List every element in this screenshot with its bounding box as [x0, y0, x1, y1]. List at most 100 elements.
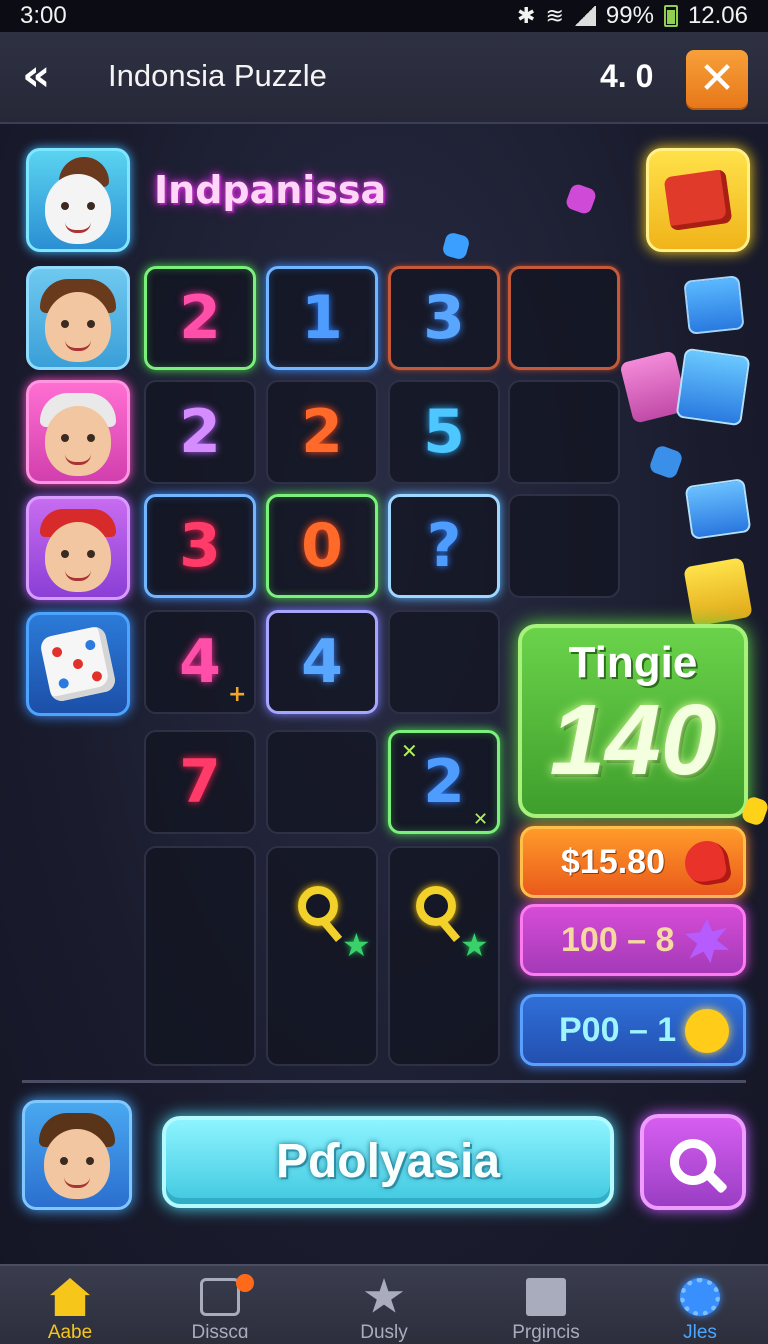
nav-item-daily[interactable]: Dusly — [324, 1266, 444, 1344]
grid-cell[interactable]: 5 — [388, 380, 500, 484]
grid-cell[interactable]: 2 — [144, 266, 256, 370]
cell-value: 3 — [423, 283, 465, 353]
sparkle-icon: ✕ — [401, 739, 418, 763]
cell-value: ? — [426, 511, 462, 581]
avatar-player-grandma[interactable] — [26, 380, 130, 484]
plus-sparkle-icon: + — [228, 682, 247, 707]
avatar-player-boy[interactable] — [26, 266, 130, 370]
header-score: 4. 0 — [600, 58, 654, 94]
grid-cell[interactable]: 2 ✕ ✕ — [388, 730, 500, 834]
nav-label: Prgincis — [512, 1322, 580, 1343]
grid-cell[interactable]: 4 + — [144, 610, 256, 714]
battery-percent: 99% — [605, 2, 654, 29]
grid-cell[interactable]: ? — [388, 494, 500, 598]
stat-level[interactable]: P00 – 1 — [520, 994, 746, 1066]
dice-icon — [38, 624, 118, 704]
back-button[interactable]: « — [22, 54, 62, 102]
cell-value: 2 — [179, 397, 221, 467]
grid-cell[interactable]: 2 — [144, 380, 256, 484]
grid-cell[interactable]: 3 — [388, 266, 500, 370]
cell-value: 1 — [301, 283, 343, 353]
avatar-player-mime[interactable] — [26, 148, 130, 252]
home-icon — [50, 1278, 90, 1316]
grid-cell[interactable] — [266, 730, 378, 834]
cell-value: 4 — [301, 627, 343, 697]
page-title: Indonsia Puzzle — [108, 58, 327, 93]
nav-label: Dusly — [360, 1322, 408, 1343]
dice-icon — [683, 275, 745, 335]
avatar-face — [45, 292, 111, 362]
key-stem — [321, 920, 343, 942]
dice-icon — [675, 347, 751, 427]
stat-bonus[interactable]: 100 – 8 — [520, 904, 746, 976]
nav-item-progress[interactable]: Prgincis — [486, 1266, 606, 1344]
star-icon: ★ — [342, 926, 371, 964]
search-button[interactable] — [640, 1114, 746, 1210]
score-label: Tingie — [568, 638, 698, 687]
nav-item-settings[interactable]: Jles — [640, 1266, 760, 1344]
cell-value: 7 — [179, 747, 221, 817]
gift-icon — [663, 168, 733, 232]
stat-money[interactable]: $15.80 — [520, 826, 746, 898]
top-bar: « Indonsia Puzzle 4. 0 ✕ — [0, 32, 768, 124]
double-chevron-left-icon: « — [22, 50, 51, 101]
wifi-icon: ≋ — [545, 3, 564, 28]
cell-value: 2 — [179, 283, 221, 353]
grid-cell[interactable] — [508, 380, 620, 484]
grid-cell[interactable]: 4 — [266, 610, 378, 714]
avatar-player-cap[interactable] — [26, 496, 130, 600]
bottom-nav: Aabe Disscɑ Dusly Prgincis Jles — [0, 1264, 768, 1344]
dice-icon — [684, 478, 752, 540]
stat-level-label: P00 – 1 — [559, 1010, 677, 1049]
dice-avatar[interactable] — [26, 612, 130, 716]
grid-cell[interactable]: 1 — [266, 266, 378, 370]
key-icon — [416, 886, 456, 926]
stat-money-label: $15.80 — [561, 842, 665, 881]
grid-cell[interactable] — [508, 266, 620, 370]
grid-cell[interactable]: 3 — [144, 494, 256, 598]
nav-item-discover[interactable]: Disscɑ — [160, 1266, 280, 1344]
current-player-avatar[interactable] — [22, 1100, 132, 1210]
grid-cell[interactable] — [388, 610, 500, 714]
nav-label: Aabe — [47, 1322, 93, 1343]
avatar-face — [45, 406, 111, 476]
nav-item-home[interactable]: Aabe — [10, 1266, 130, 1344]
cube-icon — [648, 444, 684, 480]
cube-icon — [564, 182, 598, 216]
gift-button[interactable] — [646, 148, 750, 252]
cube-icon — [441, 231, 471, 261]
cell-value: 3 — [179, 511, 221, 581]
avatar-face — [44, 1129, 110, 1199]
player-name: Indpanissa — [154, 168, 387, 212]
cell-value: 2 — [423, 747, 465, 817]
star-icon — [364, 1278, 404, 1313]
grid-cell[interactable] — [144, 846, 256, 1066]
status-clock: 12.06 — [687, 2, 748, 29]
cell-value: 5 — [423, 397, 465, 467]
sun-icon — [685, 1009, 729, 1053]
discover-icon — [200, 1278, 240, 1316]
bluetooth-icon: ✱ — [517, 3, 536, 28]
cell-value: 4 — [179, 627, 221, 697]
grid-cell[interactable]: 0 — [266, 494, 378, 598]
star-icon: ★ — [460, 926, 489, 964]
gear-icon — [680, 1278, 720, 1316]
grid-cell[interactable]: ★ — [266, 846, 378, 1066]
nav-label: Jles — [683, 1322, 717, 1343]
book-icon — [526, 1278, 566, 1316]
heart-icon — [681, 837, 733, 889]
grid-cell[interactable] — [508, 494, 620, 598]
grid-cell[interactable]: 2 — [266, 380, 378, 484]
play-button[interactable]: Pɗolyasia — [162, 1116, 614, 1208]
nav-label: Disscɑ — [191, 1322, 249, 1343]
close-button[interactable]: ✕ — [686, 50, 748, 108]
score-value: 140 — [549, 684, 717, 796]
cell-value: 0 — [301, 511, 343, 581]
stat-bonus-label: 100 – 8 — [561, 920, 675, 959]
close-x-icon: ✕ — [698, 53, 736, 104]
grid-cell[interactable]: ★ — [388, 846, 500, 1066]
avatar-face — [45, 174, 111, 244]
status-bar: 3:00 ✱ ≋ 99% 12.06 — [0, 0, 768, 32]
key-stem — [439, 920, 461, 942]
grid-cell[interactable]: 7 — [144, 730, 256, 834]
